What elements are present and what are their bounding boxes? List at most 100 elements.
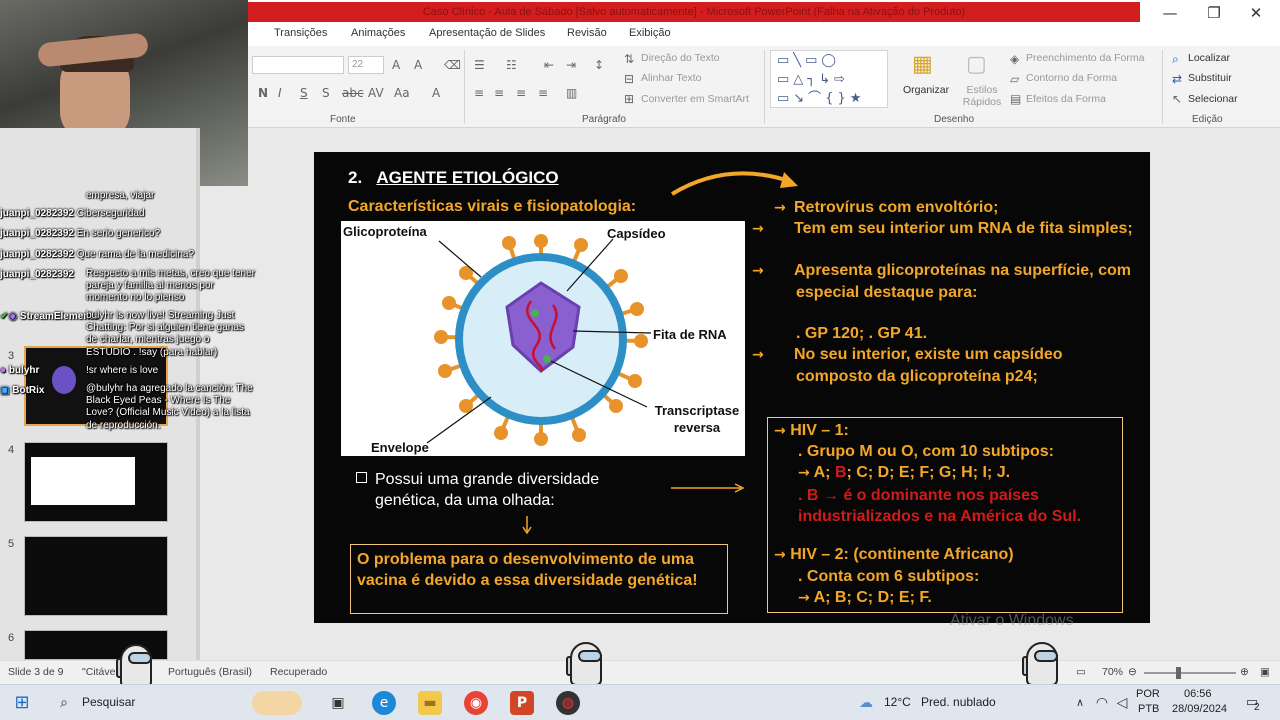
shrink-font-icon[interactable]: A [414, 58, 422, 72]
zoom-level[interactable]: 70% [1102, 666, 1123, 678]
crewmate-character-2 [566, 638, 606, 690]
ribbon-separator [764, 50, 765, 124]
edge-icon[interactable]: e [372, 691, 396, 715]
chrome-icon[interactable]: ◉ [464, 691, 488, 715]
hiv-types-box: → HIV – 1: . Grupo M ou O, com 10 subtip… [767, 417, 1123, 613]
zoom-slider[interactable] [1144, 667, 1236, 679]
chat-message: empresa, viajar [86, 190, 155, 201]
slide-number-5: 5 [8, 538, 15, 550]
justify-icon[interactable]: ≡ [538, 86, 548, 100]
preenchimento-forma-button[interactable]: Preenchimento da Forma [1026, 52, 1144, 64]
numbering-icon[interactable]: ☷ [506, 58, 517, 72]
align-center-icon[interactable]: ≡ [494, 86, 504, 100]
clear-format-icon[interactable]: ⌫ [444, 58, 461, 72]
text-direction-icon[interactable]: ⇅ [624, 52, 634, 66]
contorno-forma-button[interactable]: Contorno da Forma [1026, 72, 1117, 84]
weather-icon[interactable]: ☁ [854, 691, 878, 715]
windows-start-icon[interactable]: ⊞ [10, 691, 34, 715]
estilos-rapidos-button[interactable]: Estilos Rápidos [960, 84, 1004, 108]
line-spacing-icon[interactable]: ↕ [594, 58, 604, 72]
quick-styles-icon[interactable]: ▢ [966, 52, 987, 77]
slide-canvas[interactable]: 2. AGENTE ETIOLÓGICO Características vir… [314, 152, 1150, 623]
slide-counter: Slide 3 de 9 [8, 666, 64, 678]
underline-icon[interactable]: S [300, 86, 308, 100]
search-highlight-image[interactable] [252, 691, 302, 715]
tab-revisao[interactable]: Revisão [567, 27, 607, 39]
arrange-icon[interactable]: ▦ [912, 52, 933, 77]
tab-exibicao[interactable]: Exibição [629, 27, 671, 39]
file-explorer-icon[interactable]: ▬ [418, 691, 442, 715]
find-icon[interactable]: ⌕ [1172, 52, 1179, 67]
shadow-icon[interactable]: S [322, 86, 330, 100]
align-text-icon[interactable]: ⊟ [624, 72, 634, 86]
align-right-icon[interactable]: ≡ [516, 86, 526, 100]
outline-icon[interactable]: ▱ [1010, 72, 1019, 86]
theme-name[interactable]: "Citáve [82, 666, 116, 678]
select-icon[interactable]: ↖ [1172, 92, 1182, 106]
font-color-icon[interactable]: A [432, 86, 440, 100]
label-transcriptase: Transcriptase reversa [654, 403, 740, 435]
stream-chat: empresa, viajar juanpi_0282392 Cibersegu… [0, 188, 256, 438]
bullets-icon[interactable]: ☰ [474, 58, 485, 72]
minimize-button[interactable]: — [1148, 2, 1192, 24]
powerpoint-icon[interactable]: P [510, 691, 534, 715]
taskbar-search-input[interactable]: Pesquisar [82, 695, 135, 709]
slide-number-6: 6 [8, 632, 15, 644]
tab-transicoes[interactable]: Transições [274, 27, 327, 39]
font-size-select[interactable]: 22 [348, 56, 384, 74]
zoom-out-icon[interactable]: ⊖ [1128, 666, 1137, 678]
spacing-icon[interactable]: AV [368, 86, 384, 100]
task-view-icon[interactable]: ▣ [326, 691, 350, 715]
fit-slide-icon[interactable]: ▣ [1260, 666, 1270, 678]
efeitos-forma-button[interactable]: Efeitos da Forma [1026, 93, 1106, 105]
maximize-button[interactable]: ❐ [1192, 2, 1236, 24]
bold-icon[interactable]: N [258, 86, 268, 100]
slideshow-view-icon[interactable]: ▭ [1076, 666, 1086, 678]
selecionar-button[interactable]: Selecionar [1188, 93, 1238, 105]
smartart-icon[interactable]: ⊞ [624, 92, 634, 106]
hiv1-subtypes: → A; B; C; D; E; F; G; H; I; J. [798, 464, 1011, 481]
tab-apresentacao[interactable]: Apresentação de Slides [429, 27, 545, 39]
search-icon[interactable]: ⌕ [52, 691, 76, 715]
effects-icon[interactable]: ▤ [1010, 92, 1021, 106]
hiv1-dominant: . B → é o dominante nos países industria… [798, 487, 1082, 525]
language-indicator-1[interactable]: POR [1136, 688, 1160, 700]
clock-date[interactable]: 28/09/2024 [1172, 703, 1227, 715]
alinhar-texto-button[interactable]: Alinhar Texto [641, 72, 702, 84]
grow-font-icon[interactable]: A [392, 58, 400, 72]
slide-thumbnail-5[interactable] [24, 536, 168, 616]
replace-icon[interactable]: ⇄ [1172, 72, 1182, 86]
columns-icon[interactable]: ▥ [566, 86, 577, 100]
language-indicator-2[interactable]: PTB [1138, 703, 1159, 715]
slide-thumbnail-4[interactable] [24, 442, 168, 522]
font-name-select[interactable] [252, 56, 344, 74]
change-case-icon[interactable]: Aa [394, 86, 410, 100]
decrease-indent-icon[interactable]: ⇤ [544, 58, 554, 72]
weather-desc[interactable]: Pred. nublado [921, 695, 996, 709]
direcao-texto-button[interactable]: Direção do Texto [641, 52, 720, 64]
language-status[interactable]: Português (Brasil) [168, 666, 252, 678]
fill-icon[interactable]: ◈ [1010, 52, 1019, 66]
converter-smartart-button[interactable]: Converter em SmartArt [641, 93, 749, 105]
tray-chevron-icon[interactable]: ∧ [1068, 691, 1092, 715]
close-button[interactable]: ✕ [1234, 2, 1278, 24]
weather-temp[interactable]: 12°C [884, 695, 911, 709]
windows-taskbar: ⊞ ⌕ Pesquisar ▣ e ▬ ◉ P ◍ ☁ 12°C Pred. n… [0, 684, 1280, 720]
substituir-button[interactable]: Substituir [1188, 72, 1232, 84]
shapes-gallery[interactable]: ▭╲▭◯ ▭△┐↳⇨ ▭↘⌒{}★ [770, 50, 888, 108]
align-left-icon[interactable]: ≡ [474, 86, 484, 100]
zoom-slider-thumb[interactable] [1176, 667, 1181, 679]
group-fonte-label: Fonte [330, 114, 356, 125]
organizar-button[interactable]: Organizar [903, 84, 949, 96]
strikethrough-icon[interactable]: abc [342, 86, 364, 100]
obs-icon[interactable]: ◍ [556, 691, 580, 715]
zoom-in-icon[interactable]: ⊕ [1240, 666, 1249, 678]
notification-icon[interactable]: ▭ [1240, 691, 1264, 715]
localizar-button[interactable]: Localizar [1188, 52, 1230, 64]
volume-icon[interactable]: ◁ [1110, 691, 1134, 715]
tab-animacoes[interactable]: Animações [351, 27, 405, 39]
slide-number-4: 4 [8, 444, 15, 456]
increase-indent-icon[interactable]: ⇥ [566, 58, 576, 72]
clock-time[interactable]: 06:56 [1184, 688, 1212, 700]
italic-icon[interactable]: I [278, 86, 282, 100]
